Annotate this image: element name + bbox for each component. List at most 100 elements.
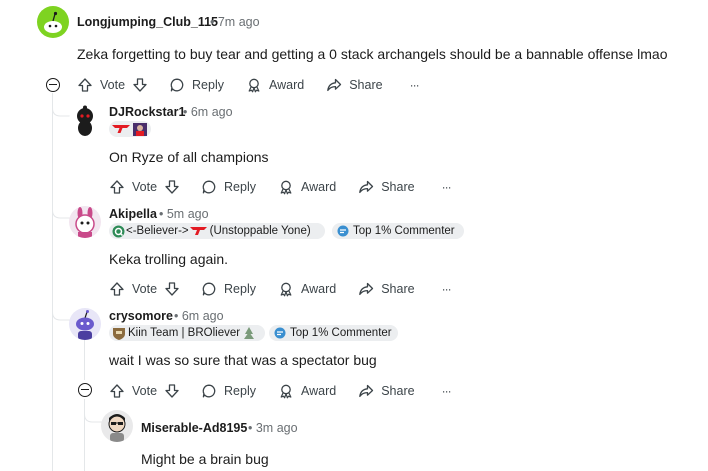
commenter-badge-icon: [274, 327, 286, 339]
downvote-arrow-icon: [133, 78, 147, 92]
comment-actions: Vote Reply Award Share ···: [109, 278, 452, 300]
reply-bubble-icon: [170, 78, 184, 92]
t1-logo-icon: [112, 125, 130, 133]
award-icon: [280, 180, 292, 195]
comment-body: wait I was so sure that was a spectator …: [109, 352, 377, 368]
collapse-thread-button[interactable]: [46, 78, 60, 92]
downvote-button[interactable]: [164, 383, 180, 399]
collapse-thread-button[interactable]: [78, 383, 92, 397]
downvote-button[interactable]: [132, 77, 148, 93]
comment-body: Zeka forgetting to buy tear and getting …: [77, 46, 668, 62]
downvote-arrow-icon: [165, 180, 179, 194]
comment-body: On Ryze of all champions: [109, 149, 269, 165]
award-button[interactable]: Award: [278, 179, 336, 195]
badge-text: Top 1% Commenter: [353, 225, 455, 237]
comment-actions: Vote Reply Award Share ···: [77, 74, 420, 96]
reply-button[interactable]: Reply: [201, 281, 256, 297]
award-icon: [248, 78, 260, 93]
team-shield-icon: [113, 327, 125, 340]
more-options-icon: ···: [441, 180, 452, 194]
award-icon: [280, 282, 292, 297]
vote-label: Vote: [132, 180, 158, 194]
more-options-button[interactable]: ···: [442, 384, 452, 398]
upvote-button[interactable]: [109, 281, 125, 297]
comment-username[interactable]: DJRockstar1: [109, 105, 185, 119]
more-options-icon: ···: [441, 282, 452, 296]
avatar[interactable]: [101, 410, 133, 442]
flair-text: Kiin Team | BROliever: [128, 327, 241, 339]
upvote-button[interactable]: [109, 383, 125, 399]
reply-button[interactable]: Reply: [169, 77, 224, 93]
comment-actions: Vote Reply Award Share ···: [109, 176, 452, 198]
share-label: Share: [381, 384, 415, 398]
comment-timestamp: 3m ago: [255, 421, 298, 435]
award-label: Award: [301, 282, 337, 296]
comment-username[interactable]: Longjumping_Club_115: [77, 15, 218, 29]
vote-label: Vote: [132, 384, 158, 398]
share-label: Share: [381, 180, 415, 194]
upvote-arrow-icon: [78, 78, 92, 92]
reply-label: Reply: [224, 384, 256, 398]
snoo-avatar-icon: [75, 207, 95, 238]
award-label: Award: [301, 384, 337, 398]
top-commenter-badge: Top 1% Commenter: [332, 223, 464, 239]
share-button[interactable]: Share: [358, 281, 415, 297]
comment-timestamp: 5m ago: [166, 207, 209, 221]
upvote-button[interactable]: [109, 179, 125, 195]
comment-actions: Vote Reply Award Share ···: [109, 380, 452, 402]
vote-label: Vote: [132, 282, 158, 296]
more-options-button[interactable]: ···: [409, 78, 420, 92]
award-icon: [280, 384, 292, 399]
award-button[interactable]: Award: [246, 77, 304, 93]
flair-text: <-Believer->: [126, 225, 189, 237]
award-label: Award: [269, 78, 305, 92]
t1-logo-icon: [189, 227, 207, 235]
downvote-button[interactable]: [164, 179, 180, 195]
comment-timestamp: 6m ago: [190, 105, 233, 119]
upvote-arrow-icon: [110, 180, 124, 194]
comment-meta: • 6m ago: [174, 309, 224, 323]
comment-body: Keka trolling again.: [109, 251, 229, 267]
comment-meta: • 3m ago: [248, 421, 298, 435]
downvote-button[interactable]: [164, 281, 180, 297]
user-flair: <-Believer-> (Unstoppable Yone): [109, 223, 325, 239]
thread-line-crysomore: [84, 336, 85, 380]
q-badge-icon: [112, 225, 125, 237]
comment-username[interactable]: crysomore: [109, 309, 173, 323]
reply-button[interactable]: Reply: [201, 383, 256, 399]
avatar[interactable]: [69, 308, 101, 340]
downvote-arrow-icon: [165, 282, 179, 296]
award-label: Award: [301, 180, 337, 194]
thread-line-root: [52, 93, 53, 471]
user-flair: Kiin Team | BROliever: [109, 325, 265, 341]
snoo-avatar-icon: [44, 11, 62, 33]
downvote-arrow-icon: [165, 384, 179, 398]
reply-button[interactable]: Reply: [201, 179, 256, 195]
snoo-avatar-icon: [108, 414, 126, 442]
share-button[interactable]: Share: [358, 383, 415, 399]
avatar[interactable]: [37, 6, 69, 38]
more-options-button[interactable]: ···: [441, 180, 452, 194]
upvote-arrow-icon: [110, 384, 124, 398]
more-options-button[interactable]: ···: [441, 282, 452, 296]
tree-emblem-icon: [244, 327, 255, 339]
award-button[interactable]: Award: [278, 281, 336, 297]
more-options-icon: ···: [409, 78, 420, 92]
share-button[interactable]: Share: [358, 179, 415, 195]
reply-label: Reply: [224, 180, 256, 194]
award-button[interactable]: Award: [278, 383, 336, 399]
comment-username[interactable]: Miserable-Ad8195: [141, 421, 247, 435]
upvote-button[interactable]: [77, 77, 93, 93]
avatar[interactable]: [69, 104, 101, 136]
upvote-arrow-icon: [110, 282, 124, 296]
reply-label: Reply: [224, 282, 256, 296]
comment-username[interactable]: Akipella: [109, 207, 157, 221]
snoo-avatar-icon: [76, 310, 94, 340]
comment-timestamp: 6m ago: [181, 309, 224, 323]
commenter-badge-icon: [337, 225, 349, 237]
avatar[interactable]: [69, 206, 101, 238]
share-button[interactable]: Share: [326, 77, 383, 93]
share-arrow-icon: [359, 282, 374, 296]
top-commenter-badge: Top 1% Commenter: [269, 325, 398, 341]
snoo-avatar-icon: [77, 105, 93, 136]
